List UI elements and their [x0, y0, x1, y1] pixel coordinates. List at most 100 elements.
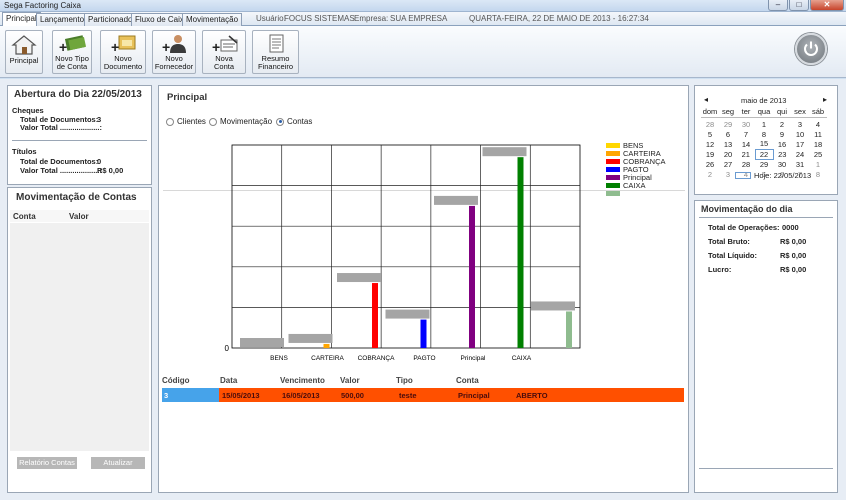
calendar-day[interactable]: 3 — [791, 119, 809, 129]
calendar-day[interactable]: 8 — [809, 169, 827, 179]
close-button[interactable]: ✕ — [810, 0, 844, 11]
weekday: sáb — [811, 107, 825, 117]
calendar-day[interactable]: 2 — [773, 119, 791, 129]
calendar-day[interactable]: 12 — [701, 139, 719, 149]
cheques-heading: Cheques — [12, 106, 44, 115]
calendar-day[interactable]: 26 — [701, 159, 719, 169]
cell-valor: 500,00 — [341, 391, 364, 400]
today-marker — [735, 172, 751, 179]
titulos-heading: Títulos — [12, 147, 37, 156]
calendar-day[interactable]: 28 — [737, 159, 755, 169]
nova-conta-button[interactable]: + Nova Conta — [202, 30, 246, 74]
calendar-grid: dom seg ter qua qui sex sáb 28 29 30 1 2… — [701, 107, 827, 179]
calendar-day[interactable]: 24 — [791, 149, 809, 159]
window-titlebar: Sega Factoring Caixa – □ ✕ — [0, 0, 846, 12]
calendar-day[interactable]: 7 — [737, 129, 755, 139]
calendar-day[interactable]: 15 — [755, 139, 773, 149]
radio-contas[interactable]: Contas — [276, 117, 312, 126]
lucro-label: Lucro: — [708, 265, 732, 274]
principal-button[interactable]: Principal — [5, 30, 43, 74]
radio-contas-label: Contas — [287, 117, 313, 126]
calendar-day[interactable]: 10 — [791, 129, 809, 139]
calendar-day[interactable]: 1 — [755, 119, 773, 129]
calendar-day[interactable]: 1 — [809, 159, 827, 169]
calendar-day[interactable]: 4 — [809, 119, 827, 129]
calendar-day[interactable]: 11 — [809, 129, 827, 139]
liquido-value: R$ 0,00 — [780, 251, 807, 260]
calendar-day[interactable]: 30 — [737, 119, 755, 129]
calendar-day[interactable]: 8 — [755, 129, 773, 139]
calendar-day[interactable]: 19 — [701, 149, 719, 159]
calendar-day[interactable]: 9 — [773, 129, 791, 139]
usuario-value: FOCUS SISTEMAS — [284, 14, 355, 23]
weekday: seg — [721, 107, 735, 117]
minimize-button[interactable]: – — [768, 0, 788, 11]
novo-fornecedor-button[interactable]: + Novo Fornecedor — [152, 30, 196, 74]
mov-contas-grid[interactable] — [10, 223, 149, 451]
table-row[interactable]: 3 15/05/2013 16/05/2013 500,00 teste Pri… — [162, 388, 684, 402]
liquido-label: Total Líquido: — [708, 251, 758, 260]
calendar-day[interactable]: 13 — [719, 139, 737, 149]
power-button[interactable] — [795, 33, 827, 65]
calendar-day[interactable]: 28 — [701, 119, 719, 129]
calendar-day[interactable]: 16 — [773, 139, 791, 149]
calendar-day[interactable]: 30 — [773, 159, 791, 169]
calendar-today[interactable]: Hoje: 22/05/2013 — [735, 171, 811, 180]
lucro-value: R$ 0,00 — [780, 265, 807, 274]
menu-bar: Principal Lançamentos Particionado Fluxo… — [0, 12, 846, 26]
tab-particionado[interactable]: Particionado — [84, 13, 137, 26]
novo-documento-label-2: Documento — [103, 62, 143, 71]
usuario-label: Usuário: — [256, 14, 286, 23]
weekday: sex — [794, 107, 806, 117]
legend-swatch — [606, 182, 620, 188]
titulos-valor-total-value: R$ 0,00 — [97, 166, 124, 175]
toolbar: Principal + Novo Tipo de Conta + Novo Do… — [0, 26, 846, 78]
cell-vencimento: 16/05/2013 — [282, 391, 320, 400]
calendar-next-button[interactable]: ▸ — [823, 95, 827, 104]
chart-legend: BENS CARTEIRA COBRANÇA PAGTO Principal CAIXA — [606, 141, 666, 197]
new-account-icon: + — [212, 35, 238, 54]
radio-contas-dot[interactable] — [276, 117, 284, 126]
calendar-day[interactable]: 27 — [719, 159, 737, 169]
calendar-prev-button[interactable]: ◂ — [704, 95, 708, 104]
titulos-total-docs-value: 0 — [97, 157, 102, 166]
legend-label: CAIXA — [623, 180, 646, 190]
col-tipo: Tipo — [396, 376, 413, 385]
calendar-day[interactable]: 21 — [737, 149, 755, 159]
radio-movimentacao[interactable]: Movimentação — [209, 117, 272, 126]
radio-movimentacao-dot[interactable] — [209, 117, 217, 126]
legend-swatch — [606, 166, 620, 172]
radio-clientes[interactable]: Clientes — [166, 117, 206, 126]
resumo-financeiro-button[interactable]: Resumo Financeiro — [252, 30, 299, 74]
cell-conta: Principal — [458, 391, 490, 400]
novo-documento-button[interactable]: + Novo Documento — [100, 30, 146, 74]
calendar-day[interactable]: 6 — [719, 129, 737, 139]
calendar-day[interactable]: 25 — [809, 149, 827, 159]
calendar-day[interactable]: 29 — [755, 159, 773, 169]
calendar-day[interactable]: 23 — [773, 149, 791, 159]
new-supplier-icon: + — [162, 35, 186, 54]
atualizar-button[interactable]: Atualizar — [91, 457, 145, 469]
relatorio-contas-button[interactable]: Relatório Contas — [17, 457, 77, 469]
calendar-day[interactable]: 14 — [737, 139, 755, 149]
calendar-day[interactable]: 31 — [791, 159, 809, 169]
calendar-day[interactable]: 2 — [701, 169, 719, 179]
col-codigo: Código — [162, 376, 190, 385]
calendar-day[interactable]: 5 — [701, 129, 719, 139]
resumo-financeiro-label-2: Financeiro — [257, 62, 294, 71]
calendar-day[interactable]: 17 — [791, 139, 809, 149]
calendar-day[interactable]: 29 — [719, 119, 737, 129]
mov-contas-grid-header: Conta Valor — [10, 210, 149, 222]
radio-clientes-dot[interactable] — [166, 117, 174, 126]
calendar-day[interactable]: 18 — [809, 139, 827, 149]
tab-principal[interactable]: Principal — [2, 12, 41, 26]
maximize-button[interactable]: □ — [789, 0, 809, 11]
calendar-day-today[interactable]: 22 — [754, 148, 774, 160]
tab-movimentacao[interactable]: Movimentação — [182, 13, 243, 26]
abertura-title: Abertura do Dia 22/05/2013 — [14, 89, 142, 100]
svg-text:+: + — [59, 39, 67, 54]
calendar-day[interactable]: 20 — [719, 149, 737, 159]
legend-item: CAIXA — [606, 180, 666, 190]
principal-button-label: Principal — [9, 56, 39, 65]
novo-tipo-conta-button[interactable]: + Novo Tipo de Conta — [52, 30, 92, 74]
